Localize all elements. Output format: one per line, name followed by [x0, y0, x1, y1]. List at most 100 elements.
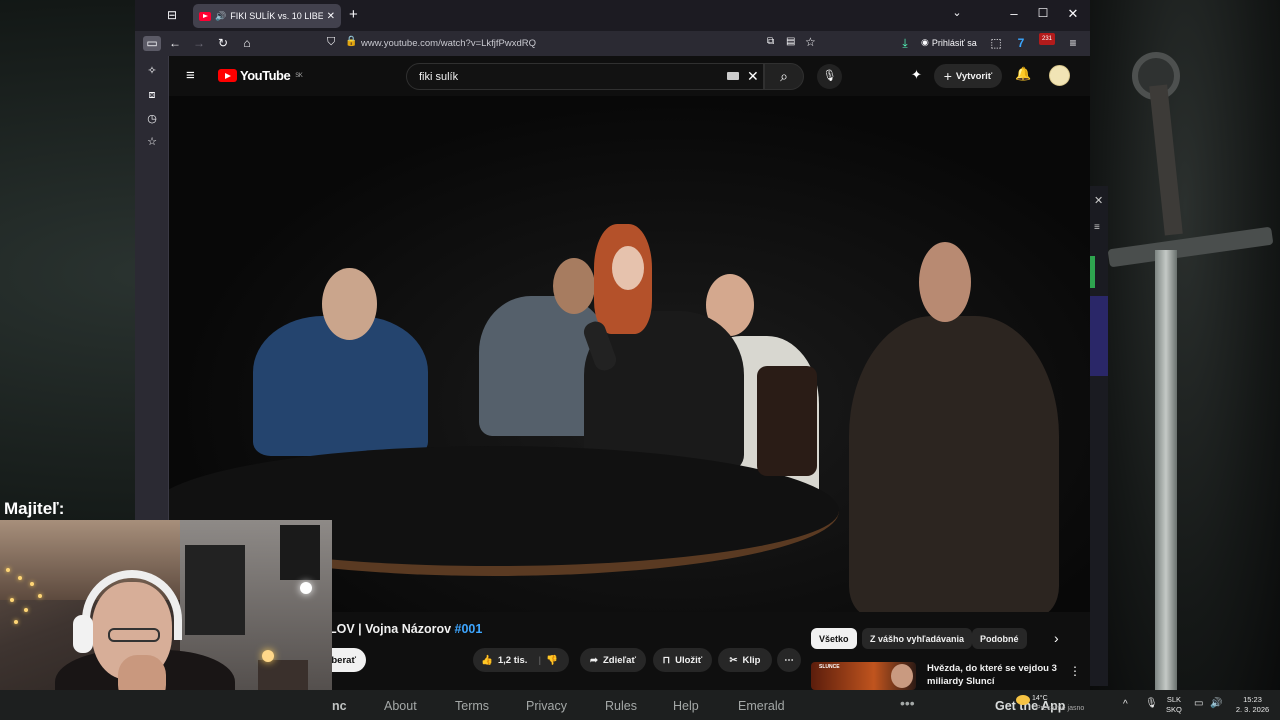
footer-link-emerald[interactable]: Emerald: [738, 699, 785, 713]
forward-icon[interactable]: →: [191, 36, 207, 51]
youtube-header: ≡ YouTube SK fiki sulík ✕ ⌕ 🎙 ✦ + Vytvor…: [169, 56, 1090, 96]
account-icon: ◉: [921, 37, 929, 47]
chevron-right-icon[interactable]: ›: [1054, 630, 1059, 646]
chip-all[interactable]: Všetko: [811, 628, 857, 649]
footer-link-help[interactable]: Help: [673, 699, 699, 713]
close-window-icon[interactable]: ✕: [1063, 6, 1083, 22]
clip-button[interactable]: ✂ Klip: [718, 648, 772, 672]
recommended-thumbnail[interactable]: SLUNCE: [811, 662, 916, 690]
fairy-light: [30, 582, 34, 586]
youtube-play-icon: [218, 69, 237, 82]
fairy-light: [18, 576, 22, 580]
menu-icon[interactable]: ≡: [1094, 222, 1100, 233]
plus-icon: +: [943, 68, 952, 84]
chevron-down-icon[interactable]: ⌄: [947, 6, 967, 19]
search-input[interactable]: fiki sulík ✕: [406, 63, 764, 90]
lang-top: SLK: [1166, 695, 1182, 704]
close-icon[interactable]: ✕: [1094, 194, 1103, 207]
lock-icon[interactable]: 🔒: [345, 36, 357, 47]
footer-link-rules[interactable]: Rules: [605, 699, 637, 713]
menu-icon[interactable]: ≡: [1065, 36, 1081, 51]
shield-icon[interactable]: ⛉: [327, 36, 335, 49]
hamburger-menu-icon[interactable]: ≡: [186, 67, 195, 84]
sound-icon[interactable]: 🔊: [215, 11, 226, 22]
network-icon[interactable]: ▭: [1194, 699, 1203, 709]
chip-from-search[interactable]: Z vášho vyhľadávania: [862, 628, 973, 649]
youtube-logo[interactable]: YouTube SK: [218, 68, 303, 83]
create-button[interactable]: + Vytvoriť: [934, 64, 1002, 88]
volume-icon[interactable]: 🔊: [1210, 699, 1222, 709]
footer-link-terms[interactable]: Terms: [455, 699, 489, 713]
ublock-badge[interactable]: 231: [1039, 33, 1055, 45]
tab-youtube[interactable]: 🔊 FIKI SULÍK vs. 10 LIBERÁLOV ✕: [193, 4, 341, 28]
microphone-tray-icon[interactable]: 🎙: [1145, 699, 1158, 709]
maximize-icon[interactable]: ☐: [1033, 6, 1053, 20]
ai-sparkle-icon[interactable]: ✧: [144, 64, 160, 77]
sword-blade: [1155, 250, 1177, 690]
notifications-bell-icon[interactable]: 🔔: [1015, 66, 1031, 82]
avatar[interactable]: [1049, 65, 1070, 86]
search-value[interactable]: fiki sulík: [419, 71, 458, 83]
kebab-menu-icon[interactable]: ⋮: [1069, 664, 1081, 678]
minimize-icon[interactable]: –: [1004, 6, 1024, 21]
url-bar[interactable]: ⛉ 🔒 www.youtube.com/watch?v=LkfjfPwxdRQ …: [321, 33, 961, 54]
chip-related[interactable]: Podobné: [972, 628, 1027, 649]
webcam-lamp: [300, 582, 312, 594]
chevron-up-icon[interactable]: ^: [1123, 700, 1128, 710]
footer-link-about[interactable]: About: [384, 699, 417, 713]
tab-bar: ⊟ 🔊 FIKI SULÍK vs. 10 LIBERÁLOV ✕ + ⌄ – …: [135, 0, 1090, 31]
share-icon: ➦: [590, 654, 598, 666]
webcam-rack: [185, 545, 245, 635]
clock[interactable]: 15:23 2. 3. 2026: [1230, 695, 1275, 715]
search-icon: ⌕: [780, 68, 788, 84]
microphone-icon: 🎙: [822, 70, 837, 82]
back-icon[interactable]: ←: [167, 36, 183, 51]
thumbnail-face: [891, 664, 913, 688]
synced-tabs-icon[interactable]: ⧈: [144, 89, 160, 102]
like-count[interactable]: 1,2 tis.: [498, 655, 528, 666]
url-text[interactable]: www.youtube.com/watch?v=LkfjfPwxdRQ: [361, 38, 536, 49]
person-head: [553, 258, 595, 314]
tab-list-icon[interactable]: ⊟: [167, 8, 177, 22]
thumbnail-text: SLUNCE: [819, 664, 840, 670]
clock-time: 15:23: [1243, 695, 1262, 704]
language-indicator[interactable]: SLK SKQ: [1166, 695, 1182, 715]
clear-search-icon[interactable]: ✕: [747, 68, 759, 85]
taskbar: nc About Terms Privacy Rules Help Emeral…: [0, 690, 1280, 720]
voice-search-button[interactable]: 🎙: [817, 64, 842, 89]
more-dots-icon[interactable]: •••: [900, 695, 915, 711]
bookmark-icon: ⊓: [662, 654, 671, 666]
reload-icon[interactable]: ↻: [215, 36, 231, 51]
like-icon[interactable]: 👍: [481, 655, 493, 666]
more-actions-button[interactable]: ⋯: [777, 648, 801, 672]
headphone-cup: [73, 615, 93, 653]
dislike-icon[interactable]: 👎: [546, 655, 558, 666]
like-dislike-group: 👍 1,2 tis. | 👎: [473, 648, 569, 672]
download-icon[interactable]: ⤓: [897, 36, 913, 51]
signin-button[interactable]: ◉ Prihlásiť sa: [921, 37, 977, 48]
recommended-title[interactable]: Hvězda, do které se vejdou 3 miliardy Sl…: [927, 662, 1062, 688]
lang-bottom: SKQ: [1166, 705, 1182, 714]
search-button[interactable]: ⌕: [764, 63, 804, 90]
hashtag-link[interactable]: #001: [455, 622, 483, 636]
keyboard-icon[interactable]: [727, 72, 739, 80]
picture-in-picture-icon[interactable]: ⧉: [767, 36, 774, 47]
translate-extension-icon[interactable]: 7: [1013, 36, 1029, 51]
history-icon[interactable]: ◷: [144, 112, 160, 125]
sidebar-toggle-icon[interactable]: ▭: [143, 36, 161, 51]
fairy-light: [24, 608, 28, 612]
create-label: Vytvoriť: [955, 70, 993, 82]
new-tab-icon[interactable]: +: [349, 6, 358, 23]
reader-view-icon[interactable]: ▤: [786, 36, 795, 47]
bookmark-star-icon[interactable]: ☆: [805, 35, 816, 49]
extensions-icon[interactable]: ⬚: [988, 36, 1004, 51]
bookmarks-star-icon[interactable]: ☆: [144, 135, 160, 148]
save-button[interactable]: ⊓ Uložiť: [653, 648, 712, 672]
person-head: [322, 268, 377, 340]
footer-link-privacy[interactable]: Privacy: [526, 699, 567, 713]
home-icon[interactable]: ⌂: [239, 36, 255, 51]
close-icon[interactable]: ✕: [327, 11, 335, 22]
ai-assistant-icon[interactable]: ✦: [911, 67, 922, 83]
share-button[interactable]: ➦ Zdieľať: [580, 648, 646, 672]
footer-link[interactable]: nc: [332, 699, 347, 713]
